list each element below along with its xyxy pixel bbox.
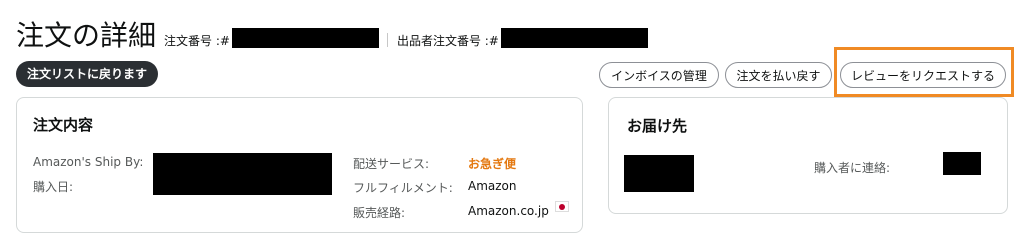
order-number-redacted [231, 28, 379, 48]
ship-to-card: お届け先 購入者に連絡: [608, 97, 1008, 214]
fulfillment-label: フルフィルメント: [353, 181, 453, 195]
shipping-service-label: 配送サービス: [353, 157, 430, 171]
sales-channel-value: Amazon.co.jp [468, 204, 549, 218]
purchase-date-label: 購入日: [33, 180, 74, 194]
seller-order-number-label: 出品者注文番号 :# [396, 34, 499, 48]
sales-channel: Amazon.co.jp [468, 201, 569, 218]
contact-buyer-link-redacted[interactable] [943, 152, 981, 175]
ship-by-date-redacted [153, 153, 332, 195]
order-card-title: 注文内容 [33, 116, 94, 134]
page-title: 注文の詳細 [16, 19, 157, 52]
fulfillment-value: Amazon [468, 179, 517, 193]
back-to-orders-button[interactable]: 注文リストに戻ります [16, 61, 159, 87]
japan-flag-icon [554, 201, 569, 212]
sales-channel-label: 販売経路: [353, 206, 406, 220]
shipping-service-value: お急ぎ便 [468, 157, 517, 171]
order-number-label: 注文番号 :# [164, 34, 230, 48]
manage-invoice-button[interactable]: インボイスの管理 [599, 62, 719, 88]
ship-by-label: Amazon's Ship By: [33, 155, 144, 169]
page-header: 注文の詳細 注文番号 :# 出品者注文番号 :# [16, 20, 648, 52]
ship-address-redacted [624, 155, 694, 192]
request-review-button[interactable]: レビューをリクエストする [840, 62, 1006, 88]
contact-buyer-label: 購入者に連絡: [814, 161, 891, 175]
ship-card-title: お届け先 [627, 117, 688, 135]
refund-order-button[interactable]: 注文を払い戻す [725, 62, 832, 88]
order-details-card: 注文内容 Amazon's Ship By: 購入日: 配送サービス: お急ぎ便… [16, 97, 583, 233]
header-divider [386, 33, 388, 47]
seller-order-number-redacted [500, 28, 648, 48]
